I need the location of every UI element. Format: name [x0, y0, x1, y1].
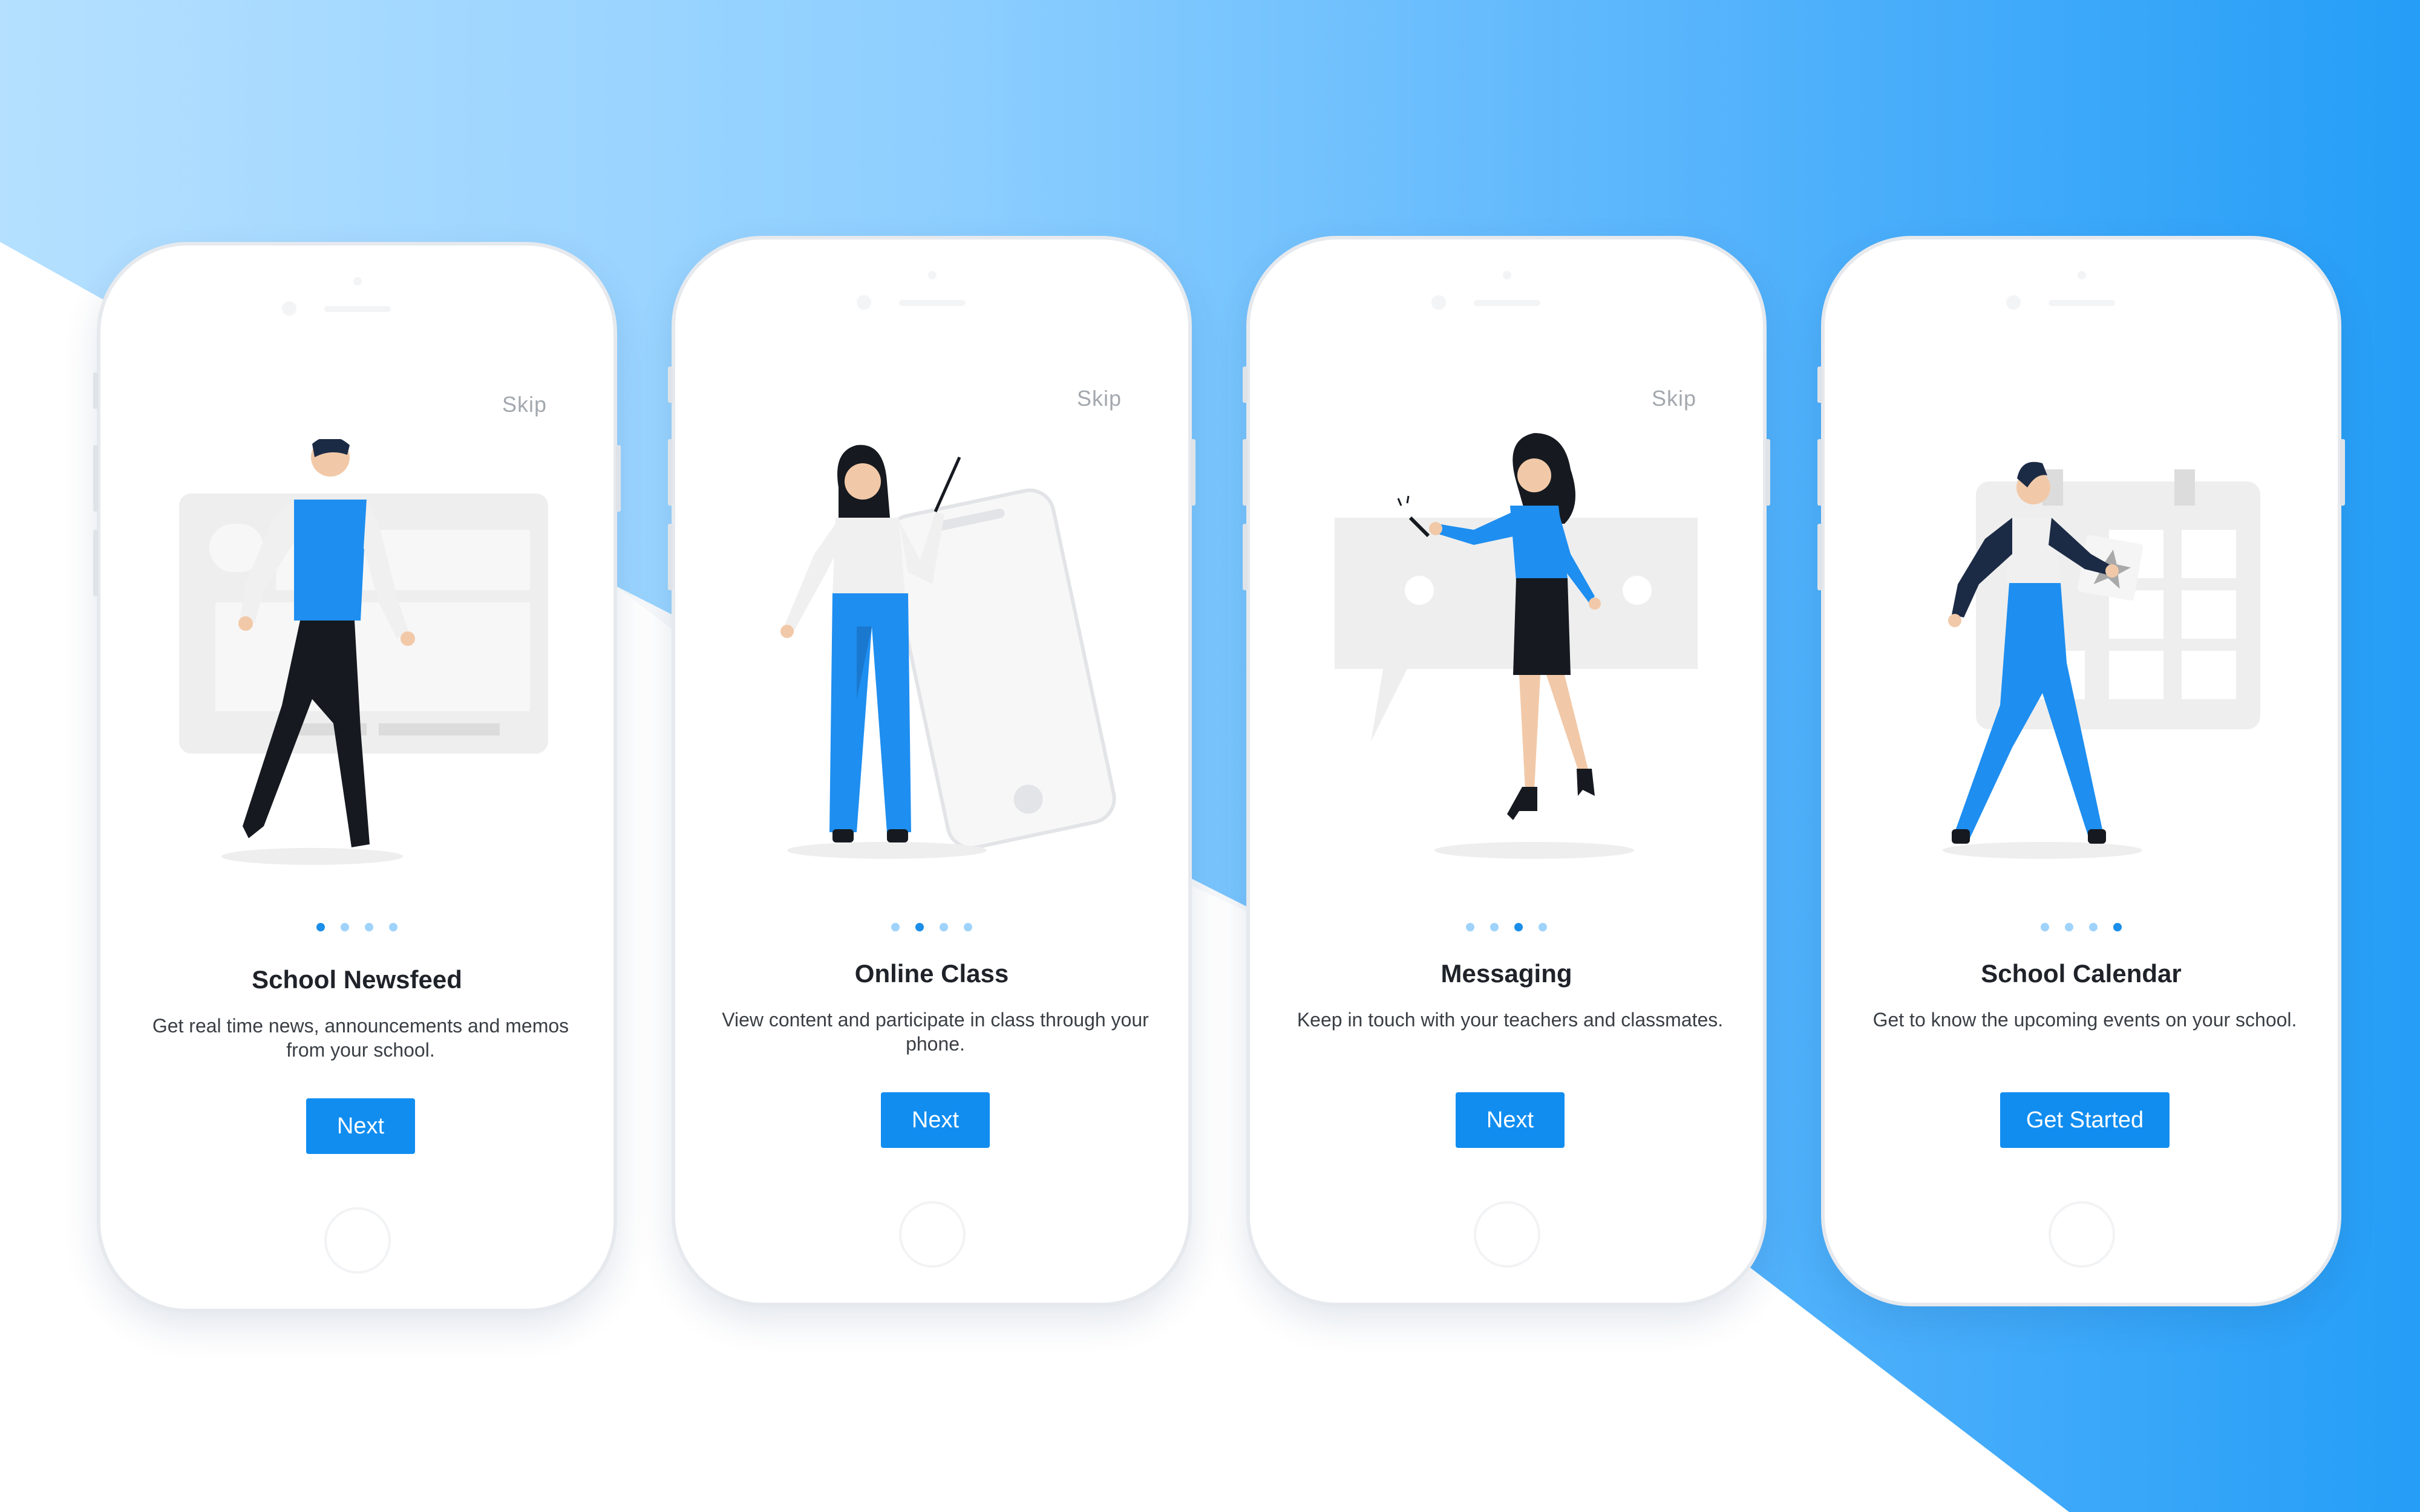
side-volume-up [93, 445, 98, 512]
side-volume-down [1817, 524, 1822, 590]
phone-mockup-online-class: Skip Online Class View content and parti… [668, 236, 1195, 1306]
page-indicator [1825, 923, 2338, 931]
screen-description: Get real time news, announcements and me… [152, 1015, 569, 1061]
page-dot[interactable] [1490, 923, 1499, 931]
next-button[interactable]: Next [881, 1092, 990, 1148]
phone-mockup-calendar: School Calendar Get to know the upcoming… [1817, 236, 2345, 1306]
screen-title: Online Class [854, 959, 1009, 988]
proximity-sensor [353, 277, 362, 285]
earpiece-speaker [1474, 300, 1540, 306]
home-button [324, 1207, 391, 1274]
next-button[interactable]: Next [306, 1098, 415, 1154]
screen-description: Get to know the upcoming events on your … [1872, 1009, 2297, 1031]
side-mute-switch [668, 367, 673, 403]
phone-mockup-newsfeed: Skip School Newsfeed Get real time news,… [93, 242, 621, 1312]
side-volume-down [1243, 524, 1248, 590]
messaging-illustration [1335, 433, 1698, 859]
front-camera [282, 301, 296, 316]
side-volume-down [668, 524, 673, 590]
calendar-illustration [1943, 461, 2260, 859]
screen-title: School Newsfeed [252, 965, 462, 994]
side-volume-up [1243, 439, 1248, 506]
page-dot[interactable] [1514, 923, 1523, 931]
side-power-button [1191, 439, 1195, 506]
earpiece-speaker [2049, 300, 2115, 306]
earpiece-speaker [899, 300, 966, 306]
page-dot[interactable] [1539, 923, 1547, 931]
page-dot[interactable] [365, 923, 373, 931]
page-dot[interactable] [2065, 923, 2073, 931]
page-dot[interactable] [915, 923, 924, 931]
home-button [2049, 1201, 2115, 1268]
home-button [1474, 1201, 1540, 1268]
screen-description: View content and participate in class th… [722, 1009, 1149, 1055]
side-mute-switch [1817, 367, 1822, 403]
front-camera [2006, 295, 2021, 310]
skip-link[interactable]: Skip [1077, 386, 1122, 411]
newsfeed-illustration [179, 439, 548, 865]
skip-link[interactable]: Skip [1652, 386, 1696, 411]
proximity-sensor [1503, 271, 1511, 279]
side-power-button [2340, 439, 2345, 506]
page-indicator [1250, 923, 1763, 931]
side-power-button [1765, 439, 1770, 506]
proximity-sensor [2078, 271, 2086, 279]
page-dot[interactable] [316, 923, 325, 931]
side-power-button [616, 445, 621, 512]
page-dot[interactable] [389, 923, 397, 931]
phone-mockup-messaging: Skip Messaging Keep in touch with your t… [1243, 236, 1770, 1306]
get-started-button[interactable]: Get Started [2000, 1092, 2170, 1148]
side-volume-down [93, 530, 98, 596]
earpiece-speaker [324, 306, 391, 312]
side-mute-switch [93, 373, 98, 409]
home-button [899, 1201, 966, 1268]
proximity-sensor [928, 271, 937, 279]
page-dot[interactable] [964, 923, 972, 931]
side-mute-switch [1243, 367, 1248, 403]
page-dot[interactable] [341, 923, 349, 931]
side-volume-up [1817, 439, 1822, 506]
page-indicator [675, 923, 1188, 931]
skip-link[interactable]: Skip [502, 392, 547, 417]
page-dot[interactable] [891, 923, 900, 931]
page-dot[interactable] [1466, 923, 1474, 931]
screen-description: Keep in touch with your teachers and cla… [1297, 1009, 1724, 1031]
page-dot[interactable] [2113, 923, 2122, 931]
page-indicator [100, 923, 613, 931]
next-button[interactable]: Next [1456, 1092, 1565, 1148]
screen-title: Messaging [1441, 959, 1572, 988]
side-volume-up [668, 439, 673, 506]
page-dot[interactable] [2041, 923, 2049, 931]
page-dot[interactable] [940, 923, 948, 931]
screen-title: School Calendar [1981, 959, 2182, 988]
online-class-illustration [780, 445, 1116, 859]
page-dot[interactable] [2089, 923, 2098, 931]
front-camera [1431, 295, 1446, 310]
presentation-canvas: Skip School Newsfeed Get real time news,… [0, 0, 2420, 1512]
front-camera [857, 295, 871, 310]
